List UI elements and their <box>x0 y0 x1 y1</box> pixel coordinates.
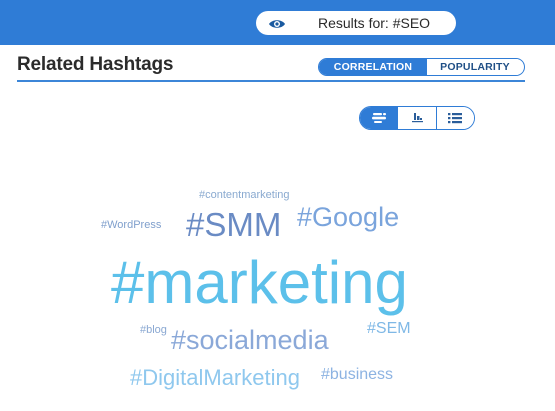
tag-socialmedia[interactable]: #socialmedia <box>171 327 329 354</box>
cloud-view-icon <box>371 112 387 124</box>
page-title: Related Hashtags <box>17 54 174 75</box>
chart-view-button[interactable] <box>397 107 436 129</box>
tag-sem[interactable]: #SEM <box>367 321 411 337</box>
tag-google[interactable]: #Google <box>297 204 399 231</box>
list-view-icon <box>447 112 463 124</box>
tag-wordpress[interactable]: #WordPress <box>101 220 161 231</box>
header-divider <box>17 80 525 82</box>
list-view-button[interactable] <box>435 107 474 129</box>
eye-icon <box>268 17 286 29</box>
tag-contentmarketing[interactable]: #contentmarketing <box>199 190 290 201</box>
sort-popularity-button[interactable]: POPULARITY <box>427 59 523 75</box>
sort-toggle: CORRELATION POPULARITY <box>318 58 525 76</box>
search-results-label: Results for: #SEO <box>318 15 431 31</box>
tag-blog[interactable]: #blog <box>140 325 167 336</box>
search-results-pill[interactable]: Results for: #SEO <box>256 11 456 35</box>
tag-smm[interactable]: #SMM <box>186 208 281 241</box>
cloud-view-button[interactable] <box>360 107 398 129</box>
tag-marketing[interactable]: #marketing <box>111 253 408 313</box>
tag-business[interactable]: #business <box>321 367 393 383</box>
top-bar: Results for: #SEO <box>0 0 555 45</box>
view-toggle <box>359 106 475 130</box>
chart-view-icon <box>410 112 424 124</box>
tag-digitalmarketing[interactable]: #DigitalMarketing <box>130 367 300 389</box>
sort-correlation-button[interactable]: CORRELATION <box>319 59 427 75</box>
